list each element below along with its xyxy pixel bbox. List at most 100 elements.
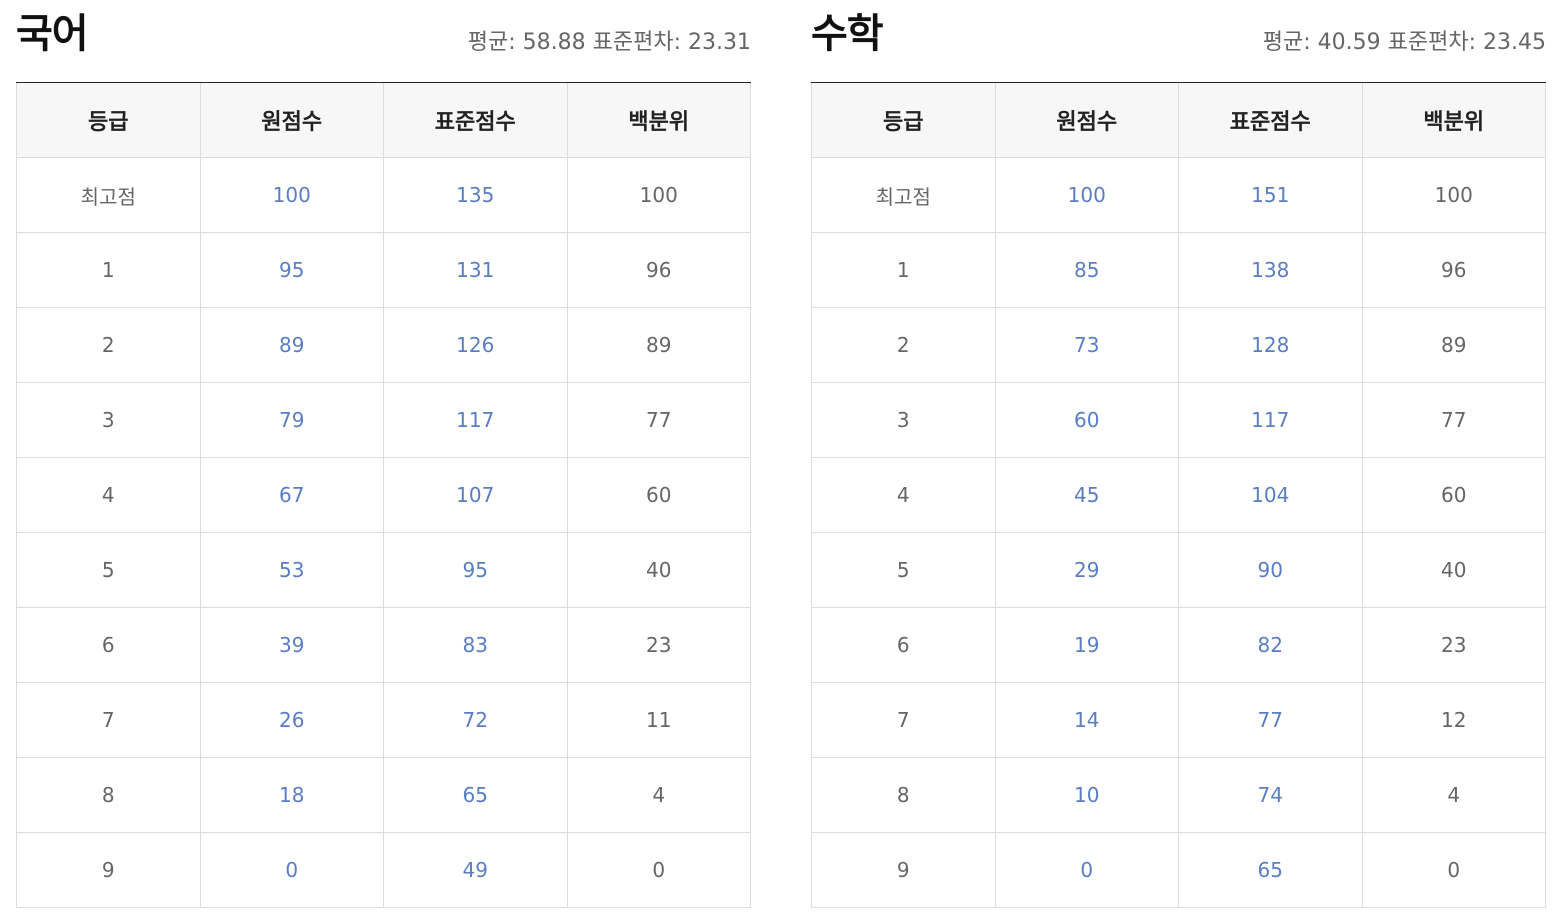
- table-row: 5 29 90 40: [811, 532, 1546, 608]
- percentile-cell: 96: [566, 232, 751, 308]
- math-panel: 수학 평균: 40.59 표준편차: 23.45 등급 원점수 표준점수 백분위 …: [811, 0, 1546, 908]
- grade-cell: 5: [811, 532, 996, 608]
- percentile-cell: 40: [566, 532, 751, 608]
- percentile-cell: 100: [566, 157, 751, 233]
- raw-score-cell: 18: [199, 757, 384, 833]
- grade-cell: 2: [16, 307, 201, 383]
- grade-cell: 2: [811, 307, 996, 383]
- grade-cell: 3: [811, 382, 996, 458]
- standard-score-cell: 128: [1178, 307, 1363, 383]
- percentile-cell: 40: [1361, 532, 1546, 608]
- raw-score-cell: 79: [199, 382, 384, 458]
- raw-score-cell: 95: [199, 232, 384, 308]
- korean-mean: 평균: 58.88: [467, 30, 586, 55]
- percentile-cell: 11: [566, 682, 751, 758]
- raw-score-cell: 100: [199, 157, 384, 233]
- standard-score-cell: 126: [383, 307, 568, 383]
- korean-std: 표준편차: 23.31: [592, 30, 751, 55]
- percentile-cell: 12: [1361, 682, 1546, 758]
- percentile-cell: 4: [566, 757, 751, 833]
- standard-score-cell: 65: [1178, 832, 1363, 908]
- raw-score-cell: 0: [199, 832, 384, 908]
- math-stats: 평균: 40.59 표준편차: 23.45: [1263, 27, 1546, 59]
- column-header-standard-score: 표준점수: [1178, 83, 1363, 158]
- grade-cell: 5: [16, 532, 201, 608]
- standard-score-cell: 104: [1178, 457, 1363, 533]
- math-title: 수학: [811, 11, 884, 57]
- standard-score-cell: 117: [383, 382, 568, 458]
- raw-score-cell: 53: [199, 532, 384, 608]
- raw-score-cell: 26: [199, 682, 384, 758]
- standard-score-cell: 151: [1178, 157, 1363, 233]
- korean-title: 국어: [16, 11, 89, 57]
- grade-cell: 6: [811, 607, 996, 683]
- percentile-cell: 4: [1361, 757, 1546, 833]
- grade-cell: 9: [811, 832, 996, 908]
- table-row: 4 67 107 60: [16, 457, 751, 533]
- standard-score-cell: 49: [383, 832, 568, 908]
- raw-score-cell: 73: [994, 307, 1179, 383]
- percentile-cell: 77: [566, 382, 751, 458]
- percentile-cell: 60: [1361, 457, 1546, 533]
- grade-cell: 4: [16, 457, 201, 533]
- standard-score-cell: 107: [383, 457, 568, 533]
- standard-score-cell: 65: [383, 757, 568, 833]
- korean-stats: 평균: 58.88 표준편차: 23.31: [468, 27, 751, 59]
- column-header-percentile: 백분위: [1361, 83, 1546, 158]
- math-mean: 평균: 40.59: [1262, 30, 1381, 55]
- table-row: 7 14 77 12: [811, 682, 1546, 758]
- percentile-cell: 77: [1361, 382, 1546, 458]
- standard-score-cell: 117: [1178, 382, 1363, 458]
- percentile-cell: 23: [566, 607, 751, 683]
- percentile-cell: 0: [566, 832, 751, 908]
- table-row: 8 18 65 4: [16, 757, 751, 833]
- percentile-cell: 89: [1361, 307, 1546, 383]
- standard-score-cell: 72: [383, 682, 568, 758]
- table-row: 6 19 82 23: [811, 607, 1546, 683]
- table-row: 2 89 126 89: [16, 307, 751, 383]
- column-header-raw-score: 원점수: [994, 83, 1179, 158]
- grade-cell: 7: [811, 682, 996, 758]
- raw-score-cell: 67: [199, 457, 384, 533]
- raw-score-cell: 39: [199, 607, 384, 683]
- standard-score-cell: 90: [1178, 532, 1363, 608]
- grade-cell: 7: [16, 682, 201, 758]
- raw-score-cell: 60: [994, 382, 1179, 458]
- standard-score-cell: 95: [383, 532, 568, 608]
- grade-cell: 4: [811, 457, 996, 533]
- grade-cell: 최고점: [811, 157, 996, 233]
- table-row: 3 79 117 77: [16, 382, 751, 458]
- table-row: 3 60 117 77: [811, 382, 1546, 458]
- table-row: 5 53 95 40: [16, 532, 751, 608]
- percentile-cell: 0: [1361, 832, 1546, 908]
- table-row: 8 10 74 4: [811, 757, 1546, 833]
- table-row: 9 0 65 0: [811, 832, 1546, 908]
- korean-grade-table: 등급 원점수 표준점수 백분위 최고점 100 135 100 1 95 131 96 28…: [16, 83, 751, 908]
- raw-score-cell: 14: [994, 682, 1179, 758]
- standard-score-cell: 131: [383, 232, 568, 308]
- math-header: 수학 평균: 40.59 표준편차: 23.45: [811, 0, 1546, 83]
- grade-cell: 9: [16, 832, 201, 908]
- percentile-cell: 60: [566, 457, 751, 533]
- korean-panel: 국어 평균: 58.88 표준편차: 23.31 등급 원점수 표준점수 백분위 …: [16, 0, 751, 908]
- raw-score-cell: 100: [994, 157, 1179, 233]
- standard-score-cell: 77: [1178, 682, 1363, 758]
- standard-score-cell: 74: [1178, 757, 1363, 833]
- grade-cell: 최고점: [16, 157, 201, 233]
- percentile-cell: 23: [1361, 607, 1546, 683]
- table-row: 7 26 72 11: [16, 682, 751, 758]
- raw-score-cell: 10: [994, 757, 1179, 833]
- raw-score-cell: 85: [994, 232, 1179, 308]
- table-header-row: 등급 원점수 표준점수 백분위: [811, 83, 1546, 158]
- raw-score-cell: 0: [994, 832, 1179, 908]
- column-header-percentile: 백분위: [566, 83, 751, 158]
- raw-score-cell: 19: [994, 607, 1179, 683]
- raw-score-cell: 29: [994, 532, 1179, 608]
- table-row: 1 85 138 96: [811, 232, 1546, 308]
- korean-header: 국어 평균: 58.88 표준편차: 23.31: [16, 0, 751, 83]
- percentile-cell: 96: [1361, 232, 1546, 308]
- table-row: 4 45 104 60: [811, 457, 1546, 533]
- column-header-grade: 등급: [811, 83, 996, 158]
- grade-cell: 1: [16, 232, 201, 308]
- table-row: 최고점 100 151 100: [811, 157, 1546, 233]
